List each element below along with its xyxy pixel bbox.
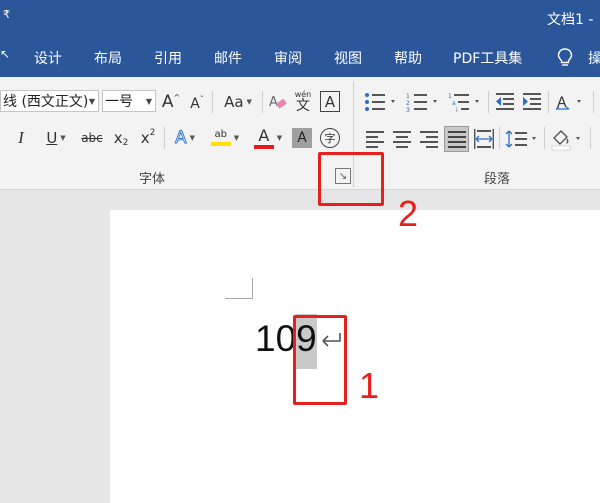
phonetic-guide-button[interactable]: wén 文 <box>294 89 312 115</box>
numbering-button[interactable]: 123 <box>406 92 440 112</box>
text-effects-icon: A <box>174 128 187 149</box>
text-highlight-button[interactable]: ab ▼ <box>206 125 244 151</box>
subscript-button[interactable]: x2 <box>110 127 132 149</box>
annotation-box-2 <box>318 152 384 206</box>
distributed-align-button[interactable] <box>474 129 494 149</box>
italic-button[interactable]: I <box>14 127 28 149</box>
shrink-font-icon: A <box>190 96 200 112</box>
superscript-button[interactable]: x2 <box>137 127 159 149</box>
change-case-button[interactable]: Aa ▼ <box>220 91 256 113</box>
justify-icon <box>447 131 466 148</box>
shrink-font-button[interactable]: Aˇ <box>188 93 206 115</box>
text-before-selection[interactable]: 10 <box>255 318 296 359</box>
font-color-icon: A <box>258 125 270 145</box>
tab-view[interactable]: 视图 <box>334 48 362 68</box>
strikethrough-button[interactable]: abc <box>80 127 104 149</box>
font-color-swatch <box>253 144 274 149</box>
change-case-icon: Aa <box>224 93 244 111</box>
divider <box>593 91 594 113</box>
margin-corner-vertical <box>252 278 253 299</box>
highlight-color-swatch <box>210 142 231 146</box>
quick-access-dropdown[interactable]: ₹ <box>3 8 10 21</box>
underline-icon: U <box>46 129 58 147</box>
superscript-icon: x <box>140 129 150 147</box>
divider <box>488 91 489 113</box>
font-group-label: 字体 <box>139 172 166 187</box>
tab-help[interactable]: 帮助 <box>394 48 422 68</box>
line-spacing-button[interactable] <box>505 129 539 149</box>
document-page[interactable]: 109 <box>110 210 600 503</box>
character-shading-button[interactable]: A <box>292 128 312 148</box>
document-title: 文档1 - <box>547 12 594 28</box>
font-size-combo[interactable]: 一号 ▼ <box>102 90 156 112</box>
enclose-characters-button[interactable]: 字 <box>320 128 340 148</box>
divider <box>544 127 545 149</box>
enclose-characters-icon: 字 <box>324 132 336 145</box>
align-right-button[interactable] <box>420 130 438 148</box>
underline-button[interactable]: U ▼ <box>40 127 72 149</box>
superscript-mark: 2 <box>149 128 156 138</box>
highlight-icon: ab <box>214 129 228 140</box>
divider <box>212 91 213 113</box>
character-shading-icon: A <box>297 130 307 146</box>
ribbon-tab-bar: ↖ 设计 布局 引用 邮件 审阅 视图 帮助 PDF工具集 操 <box>0 38 600 77</box>
shading-button[interactable] <box>550 127 584 151</box>
svg-text:a: a <box>452 100 456 107</box>
tab-operation-partial[interactable]: 操 <box>588 48 600 68</box>
title-bar: ₹ 文档1 - <box>0 0 600 38</box>
tab-mailings[interactable]: 邮件 <box>214 48 242 68</box>
annotation-box-1 <box>293 315 347 405</box>
decrease-indent-button[interactable] <box>494 92 516 112</box>
margin-corner-horizontal <box>225 298 253 299</box>
svg-text:2: 2 <box>406 100 410 107</box>
svg-text:i: i <box>456 107 458 112</box>
chinese-layout-button[interactable]: A <box>555 92 587 112</box>
font-name-value: 线 (西文正文) <box>3 94 89 110</box>
align-center-button[interactable] <box>393 130 411 148</box>
lightbulb-icon[interactable] <box>557 48 573 68</box>
subscript-mark: 2 <box>122 138 129 148</box>
tab-review[interactable]: 审阅 <box>274 48 302 68</box>
ribbon: 线 (西文正文) ▼ 一号 ▼ A ^ Aˇ Aa ▼ A wén 文 A I U ▼… <box>0 77 600 190</box>
increase-indent-button[interactable] <box>521 92 543 112</box>
svg-text:3: 3 <box>406 107 410 112</box>
svg-text:1: 1 <box>406 93 410 100</box>
annotation-label-1: 1 <box>359 365 380 406</box>
character-border-icon: A <box>324 92 336 111</box>
multilevel-list-button[interactable]: 1ai <box>448 92 482 112</box>
align-left-button[interactable] <box>366 130 384 148</box>
grow-font-button[interactable]: A ^ <box>162 91 180 113</box>
annotation-label-2: 2 <box>398 193 419 234</box>
justify-button[interactable] <box>444 126 469 152</box>
bullets-button[interactable] <box>364 92 398 112</box>
tab-pdf-tools[interactable]: PDF工具集 <box>453 48 522 68</box>
grow-font-icon: A <box>161 92 174 112</box>
divider <box>590 127 591 149</box>
character-border-button[interactable]: A <box>320 91 340 112</box>
divider <box>499 127 500 149</box>
divider <box>262 91 263 113</box>
subscript-icon: x <box>113 129 123 147</box>
tab-design[interactable]: 设计 <box>34 48 62 68</box>
svg-text:A: A <box>269 95 278 110</box>
phonetic-char: 文 <box>296 98 310 114</box>
chevron-down-icon[interactable]: ▼ <box>146 97 152 106</box>
chevron-down-icon[interactable]: ▼ <box>89 97 95 106</box>
font-size-value: 一号 <box>105 94 133 110</box>
divider <box>164 127 165 149</box>
font-name-combo[interactable]: 线 (西文正文) ▼ <box>0 90 99 112</box>
svg-text:1: 1 <box>448 93 452 100</box>
tab-references[interactable]: 引用 <box>154 48 182 68</box>
clear-formatting-icon[interactable]: A <box>268 92 288 112</box>
tab-start-partial[interactable]: ↖ <box>0 47 10 61</box>
text-effects-button[interactable]: A ▼ <box>170 127 200 149</box>
strikethrough-icon: abc <box>81 131 103 145</box>
divider <box>548 91 549 113</box>
italic-icon: I <box>18 128 24 147</box>
paragraph-group-label: 段落 <box>484 172 511 187</box>
tab-layout[interactable]: 布局 <box>94 48 122 68</box>
font-color-button[interactable]: A ▼ <box>250 125 286 151</box>
